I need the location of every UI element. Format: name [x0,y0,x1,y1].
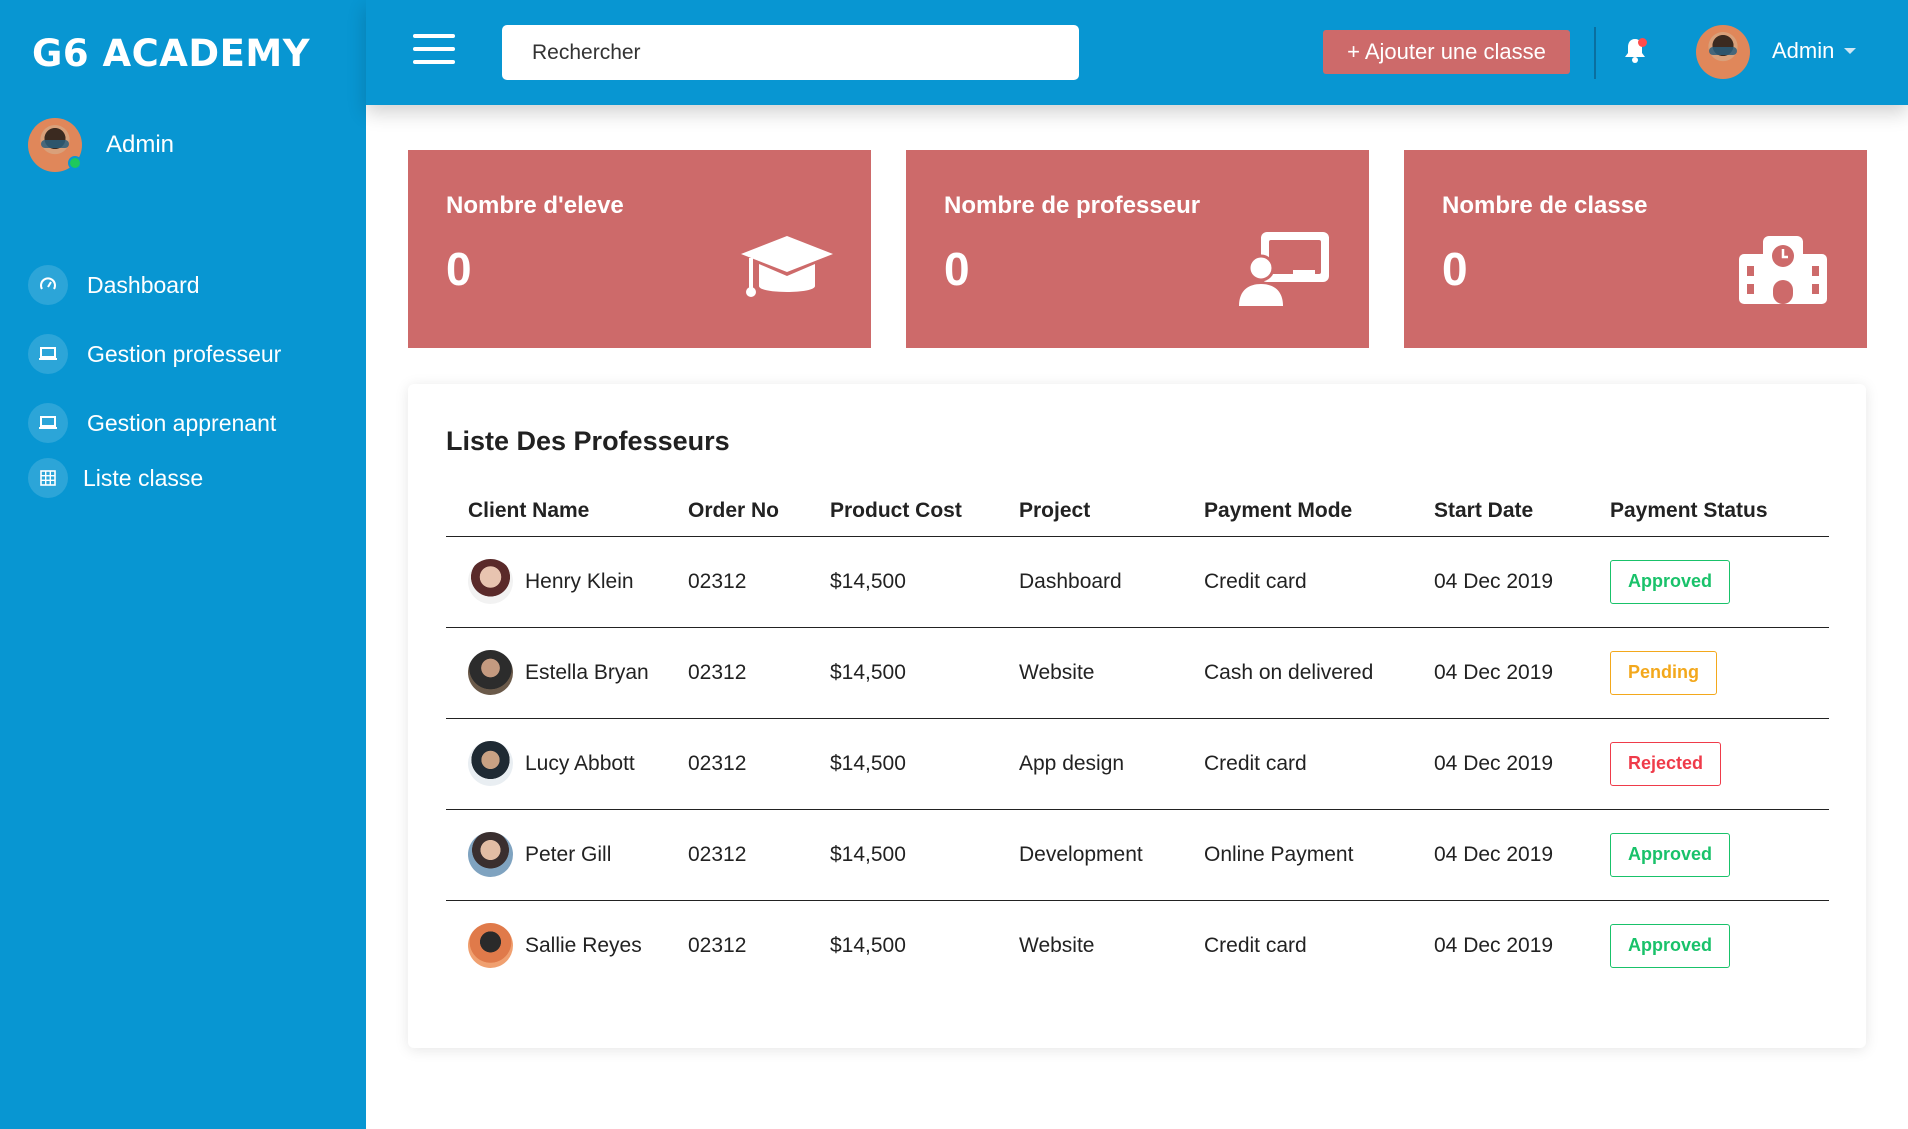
client-name: Estella Bryan [525,660,649,684]
sidebar: G6 ACADEMY Admin Dashboard Gestion profe… [0,0,366,1129]
start-date: 04 Dec 2019 [1434,933,1554,957]
stat-card-professeurs: Nombre de professeur 0 [906,150,1369,348]
stat-card-eleves: Nombre d'eleve 0 [408,150,871,348]
topbar-divider [1594,27,1596,79]
stat-value: 0 [944,243,970,295]
column-header[interactable]: Project [1019,486,1204,537]
notification-dot [1638,38,1647,47]
client-name: Henry Klein [525,569,634,593]
payment-mode: Credit card [1204,933,1307,957]
table-header-row: Client Name Order No Product Cost Projec… [446,486,1829,537]
stat-title: Nombre d'eleve [446,192,624,219]
sidebar-item-gestion-professeur[interactable]: Gestion professeur [28,331,348,377]
sidebar-item-liste-classe[interactable]: Liste classe [28,455,348,501]
client-name: Lucy Abbott [525,751,635,775]
avatar [468,741,513,786]
status-badge: Pending [1610,650,1717,695]
order-no: 02312 [688,809,830,901]
client-name: Sallie Reyes [525,933,642,957]
project: Website [1019,933,1095,957]
topbar: + Ajouter une classe Admin [366,0,1908,105]
panel-title: Liste Des Professeurs [446,426,730,456]
column-header[interactable]: Payment Status [1610,486,1829,537]
status-badge: Approved [1610,923,1731,968]
admin-label: Admin [1772,38,1835,63]
sidebar-user-name: Admin [106,131,175,158]
menu-toggle-icon[interactable] [413,34,455,64]
add-class-button[interactable]: + Ajouter une classe [1323,30,1570,74]
chevron-down-icon [1844,48,1857,54]
column-header[interactable]: Client Name [446,486,688,537]
project: App design [1019,718,1204,810]
avatar [468,650,513,695]
laptop-icon [28,334,68,374]
stat-title: Nombre de professeur [944,192,1201,219]
status-badge: Approved [1610,559,1731,604]
start-date: 04 Dec 2019 [1434,718,1610,810]
avatar [28,118,82,172]
sidebar-item-label: Gestion professeur [87,340,282,367]
stat-card-classes: Nombre de classe 0 [1404,150,1867,348]
payment-mode: Cash on delivered [1204,627,1434,719]
table-row[interactable]: Henry Klein 02312 $14,500 Dashboard Cred… [446,536,1829,628]
order-no: 02312 [688,536,830,628]
column-header[interactable]: Product Cost [830,486,1019,537]
brand-logo[interactable]: G6 ACADEMY [32,32,310,75]
start-date: 04 Dec 2019 [1434,809,1610,901]
online-status-dot [68,156,82,170]
gauge-icon [28,265,68,305]
admin-dropdown[interactable]: Admin [1772,38,1857,64]
sidebar-menu: Dashboard Gestion professeur Gestion app… [28,262,348,524]
sidebar-item-gestion-apprenant[interactable]: Gestion apprenant [28,400,348,446]
grid-icon [28,458,68,498]
status-badge: Approved [1610,832,1731,877]
professors-panel: Liste Des Professeurs Client Name Order … [408,384,1866,1048]
product-cost: $14,500 [830,536,1019,628]
product-cost: $14,500 [830,809,1019,901]
laptop-icon [28,403,68,443]
project: Dashboard [1019,536,1204,628]
professors-table: Client Name Order No Product Cost Projec… [446,486,1829,991]
product-cost: $14,500 [830,718,1019,810]
avatar [468,923,513,969]
project: Website [1019,627,1204,719]
product-cost: $14,500 [830,627,1019,719]
school-icon [1735,230,1831,306]
start-date: 04 Dec 2019 [1434,627,1610,719]
sidebar-item-dashboard[interactable]: Dashboard [28,262,348,308]
stat-value: 0 [1442,243,1468,295]
project: Development [1019,809,1204,901]
column-header[interactable]: Order No [688,486,830,537]
stat-value: 0 [446,243,472,295]
payment-mode: Online Payment [1204,809,1434,901]
status-badge: Rejected [1610,741,1722,786]
avatar[interactable] [1696,25,1750,79]
order-no: 02312 [688,718,830,810]
order-no: 02312 [688,933,747,957]
table-row[interactable]: Estella Bryan 02312 $14,500 Website Cash… [446,627,1829,719]
sidebar-item-label: Dashboard [87,271,200,298]
teacher-board-icon [1237,230,1333,306]
sidebar-item-label: Gestion apprenant [87,409,277,436]
avatar [468,832,513,877]
order-no: 02312 [688,627,830,719]
avatar [468,559,513,604]
sidebar-profile[interactable]: Admin [28,118,174,172]
payment-mode: Credit card [1204,536,1434,628]
stat-title: Nombre de classe [1442,192,1648,219]
product-cost: $14,500 [830,933,906,957]
table-row[interactable]: Peter Gill 02312 $14,500 Development Onl… [446,809,1829,901]
column-header[interactable]: Start Date [1434,486,1610,537]
start-date: 04 Dec 2019 [1434,536,1610,628]
client-name: Peter Gill [525,842,612,866]
table-row[interactable]: Sallie Reyes 02312 $14,500 Website Credi… [446,900,1829,991]
bell-icon[interactable] [1622,36,1652,66]
column-header[interactable]: Payment Mode [1204,486,1434,537]
sidebar-item-label: Liste classe [83,464,204,491]
graduation-cap-icon [739,230,835,306]
search-input[interactable] [502,25,1079,80]
table-row[interactable]: Lucy Abbott 02312 $14,500 App design Cre… [446,718,1829,810]
payment-mode: Credit card [1204,718,1434,810]
